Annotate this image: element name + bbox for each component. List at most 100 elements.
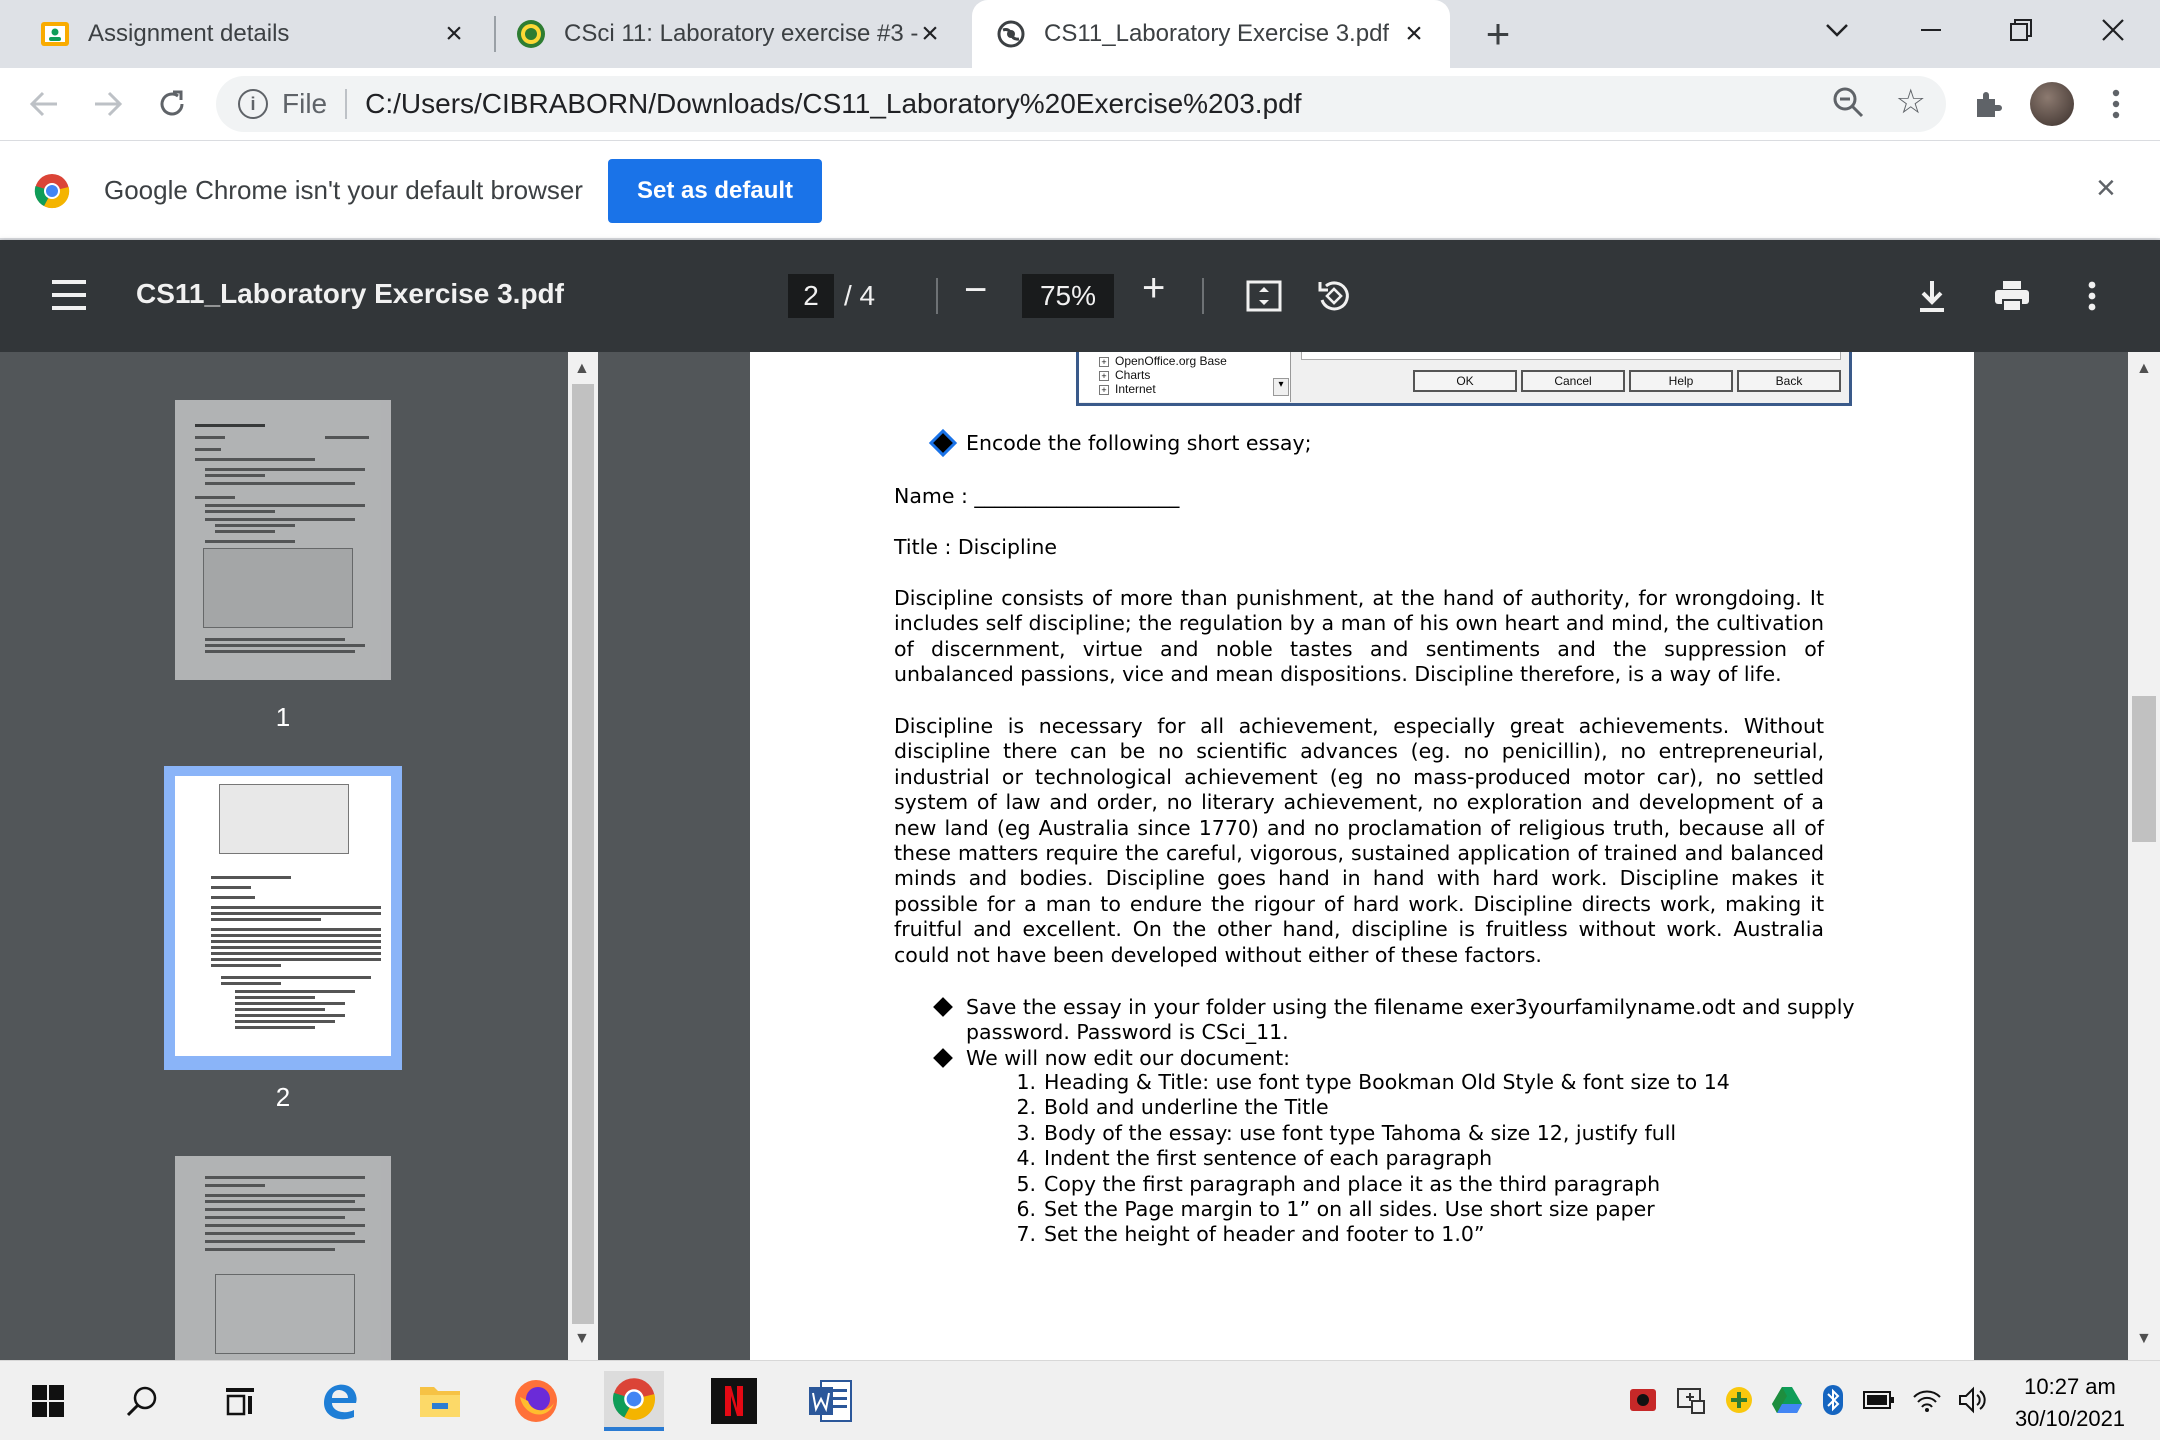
network-manager-tray-icon[interactable] bbox=[1674, 1383, 1708, 1417]
sidebar-scrollbar[interactable]: ▲ ▼ bbox=[568, 352, 598, 1360]
tab-csci-lab-exercise[interactable]: CSci 11: Laboratory exercise #3 - × bbox=[496, 0, 966, 68]
zoom-in-button[interactable]: + bbox=[1142, 266, 1165, 311]
volume-tray-icon[interactable] bbox=[1956, 1383, 1990, 1417]
tab-strip: Assignment details × CSci 11: Laboratory… bbox=[0, 0, 2160, 68]
essay-title-line: Title : Discipline bbox=[894, 535, 1058, 559]
list-item: 2. Bold and underline the Title bbox=[1016, 1095, 1329, 1120]
list-item: 7. Set the height of header and footer to… bbox=[1016, 1222, 1485, 1247]
page-thumbnail-3[interactable] bbox=[175, 1156, 391, 1360]
task-view-icon[interactable] bbox=[210, 1371, 270, 1431]
bluetooth-tray-icon[interactable] bbox=[1816, 1383, 1850, 1417]
restore-window-button[interactable] bbox=[1976, 0, 2066, 60]
add-app-tray-icon[interactable] bbox=[1722, 1383, 1756, 1417]
rotate-counterclockwise-icon[interactable] bbox=[1312, 274, 1356, 318]
dialog-ok-button: OK bbox=[1413, 370, 1517, 392]
windows-taskbar: 10:27 am 30/10/2021 bbox=[0, 1360, 2160, 1440]
windows-start-icon[interactable] bbox=[18, 1371, 78, 1431]
scroll-up-arrow-icon[interactable]: ▲ bbox=[2136, 360, 2152, 378]
dialog-cancel-button: Cancel bbox=[1521, 370, 1625, 392]
classroom-icon bbox=[40, 19, 70, 49]
step-text: Indent the first sentence of each paragr… bbox=[1044, 1146, 1493, 1171]
zoom-magnifier-icon[interactable] bbox=[1832, 86, 1864, 126]
list-item: 1. Heading & Title: use font type Bookman… bbox=[1016, 1070, 1730, 1094]
close-tab-icon[interactable]: × bbox=[914, 17, 946, 50]
list-item: 6. Set the Page margin to 1” on all sides… bbox=[1016, 1196, 1655, 1221]
diamond-bullet-icon bbox=[933, 997, 953, 1017]
system-clock[interactable]: 10:27 am 30/10/2021 bbox=[2010, 1371, 2130, 1435]
address-bar[interactable]: i File C:/Users/CIBRABORN/Downloads/CS11… bbox=[216, 76, 1946, 132]
chrome-menu-icon[interactable] bbox=[2094, 82, 2138, 126]
download-icon[interactable] bbox=[1910, 274, 1954, 318]
page-thumbnail-1[interactable] bbox=[175, 400, 391, 680]
page-thumbnail-2[interactable] bbox=[175, 776, 391, 1056]
tab-search-chevron-icon[interactable] bbox=[1792, 0, 1882, 60]
netflix-icon[interactable] bbox=[704, 1371, 764, 1431]
set-as-default-button[interactable]: Set as default bbox=[608, 159, 822, 223]
word-icon[interactable] bbox=[800, 1371, 860, 1431]
bookmark-star-icon[interactable]: ☆ bbox=[1896, 82, 1926, 122]
scroll-down-arrow-icon[interactable]: ▼ bbox=[574, 1330, 590, 1348]
google-drive-tray-icon[interactable] bbox=[1770, 1383, 1804, 1417]
tab-title: CS11_Laboratory Exercise 3.pdf bbox=[1044, 20, 1390, 47]
document-scrollbar-thumb[interactable] bbox=[2132, 696, 2156, 842]
wifi-tray-icon[interactable] bbox=[1910, 1383, 1944, 1417]
forward-button[interactable] bbox=[86, 82, 130, 126]
document-scrollbar[interactable]: ▲ ▼ bbox=[2128, 352, 2160, 1360]
list-item: 3. Body of the essay: use font type Tahom… bbox=[1016, 1120, 1677, 1145]
new-tab-button[interactable]: + bbox=[1476, 10, 1520, 57]
browser-toolbar: i File C:/Users/CIBRABORN/Downloads/CS11… bbox=[0, 68, 2160, 140]
file-explorer-icon[interactable] bbox=[410, 1371, 470, 1431]
default-browser-infobar: Google Chrome isn't your default browser… bbox=[0, 140, 2160, 240]
print-icon[interactable] bbox=[1990, 274, 2034, 318]
infobar-message: Google Chrome isn't your default browser bbox=[104, 175, 583, 205]
fit-to-page-icon[interactable] bbox=[1242, 274, 1286, 318]
step-text: Copy the first paragraph and place it as… bbox=[1044, 1171, 1661, 1196]
hamburger-menu-icon[interactable] bbox=[52, 280, 86, 310]
thumbnail-label-2: 2 bbox=[275, 1082, 291, 1112]
toolbar-divider bbox=[1202, 278, 1204, 314]
search-icon[interactable] bbox=[112, 1371, 172, 1431]
list-item: 4. Indent the first sentence of each para… bbox=[1016, 1146, 1493, 1171]
url-text[interactable]: C:/Users/CIBRABORN/Downloads/CS11_Labora… bbox=[365, 88, 1301, 120]
name-field-line: Name : ____________________ bbox=[894, 484, 1180, 508]
sidebar-scrollbar-thumb[interactable] bbox=[572, 384, 594, 1324]
clock-time: 10:27 am bbox=[2024, 1374, 2116, 1399]
instruction-encode: Encode the following short essay; bbox=[966, 431, 1312, 455]
instruction-save-line-1: Save the essay in your folder using the … bbox=[966, 995, 1855, 1019]
zoom-out-button[interactable]: − bbox=[964, 268, 987, 313]
scroll-up-arrow-icon[interactable]: ▲ bbox=[574, 360, 590, 378]
extensions-puzzle-icon[interactable] bbox=[1966, 82, 2010, 126]
scroll-down-arrow-icon[interactable]: ▼ bbox=[2136, 1330, 2152, 1348]
chrome-taskbar-icon[interactable] bbox=[604, 1371, 664, 1431]
profile-avatar[interactable] bbox=[2030, 82, 2074, 126]
minimize-window-button[interactable] bbox=[1886, 0, 1976, 60]
dialog-help-button: Help bbox=[1629, 370, 1733, 392]
more-actions-icon[interactable] bbox=[2070, 274, 2114, 318]
globe-icon bbox=[996, 19, 1026, 49]
pdf-toolbar: CS11_Laboratory Exercise 3.pdf 2 / 4 − 7… bbox=[0, 240, 2160, 352]
site-info-icon[interactable]: i bbox=[238, 89, 268, 119]
close-tab-icon[interactable]: × bbox=[1398, 17, 1430, 50]
tree-scroll-arrow-icon: ▾ bbox=[1273, 378, 1289, 396]
battery-tray-icon[interactable] bbox=[1862, 1383, 1896, 1417]
step-text: Body of the essay: use font type Tahoma … bbox=[1044, 1120, 1677, 1145]
antivirus-tray-icon[interactable] bbox=[1626, 1383, 1660, 1417]
close-tab-icon[interactable]: × bbox=[438, 17, 470, 50]
close-infobar-icon[interactable]: × bbox=[2096, 169, 2116, 208]
reload-button[interactable] bbox=[150, 82, 194, 126]
essay-paragraph-2: Discipline is necessary for all achievem… bbox=[894, 714, 1824, 967]
address-separator bbox=[345, 89, 348, 119]
tab-assignment-details[interactable]: Assignment details × bbox=[0, 0, 490, 68]
step-text: Set the Page margin to 1” on all sides. … bbox=[1044, 1196, 1655, 1221]
scheme-label: File bbox=[282, 88, 328, 119]
pdf-title: CS11_Laboratory Exercise 3.pdf bbox=[136, 278, 564, 309]
page-number-input[interactable]: 2 bbox=[788, 274, 834, 318]
close-window-button[interactable] bbox=[2068, 0, 2158, 60]
tab-pdf-active[interactable]: CS11_Laboratory Exercise 3.pdf × bbox=[972, 0, 1450, 68]
back-button[interactable] bbox=[22, 82, 66, 126]
zoom-level-input[interactable]: 75% bbox=[1022, 274, 1114, 318]
dialog-panel-edge bbox=[1301, 352, 1841, 360]
edge-browser-icon[interactable] bbox=[310, 1371, 370, 1431]
step-text: Heading & Title: use font type Bookman O… bbox=[1044, 1070, 1730, 1094]
firefox-icon[interactable] bbox=[506, 1371, 566, 1431]
